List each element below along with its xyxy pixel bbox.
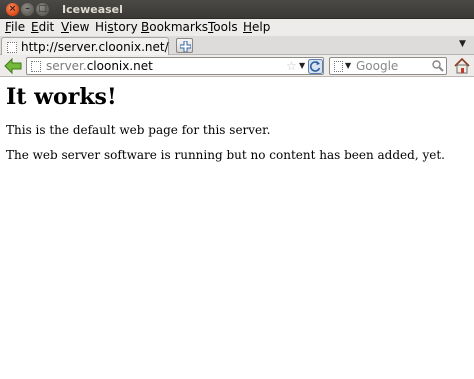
- maximize-window-icon[interactable]: □: [36, 3, 49, 16]
- menu-file[interactable]: File: [5, 20, 25, 35]
- search-bar[interactable]: ▼ Google: [329, 57, 447, 75]
- site-identity-icon[interactable]: [31, 61, 41, 72]
- menu-edit[interactable]: Edit: [31, 20, 54, 35]
- tab-active[interactable]: http://server.cloonix.net/: [1, 37, 169, 56]
- magnifier-icon[interactable]: [432, 60, 444, 72]
- menu-bookmarks[interactable]: Bookmarks: [141, 20, 208, 35]
- tab-strip: http://server.cloonix.net/ ▼: [0, 36, 474, 56]
- tab-list-dropdown-icon[interactable]: ▼: [459, 39, 466, 49]
- close-window-icon[interactable]: ×: [6, 3, 19, 16]
- url-input[interactable]: server.cloonix.net: [46, 59, 153, 73]
- home-icon[interactable]: [453, 57, 471, 75]
- tab-label: http://server.cloonix.net/: [21, 40, 169, 54]
- new-tab-button[interactable]: [176, 38, 193, 53]
- menu-view[interactable]: View: [61, 20, 89, 35]
- back-button[interactable]: [3, 57, 23, 75]
- bookmark-star-icon[interactable]: ☆: [286, 59, 297, 73]
- menu-bar: File Edit View History Bookmarks Tools H…: [0, 19, 474, 36]
- page-paragraph-default: This is the default web page for this se…: [6, 123, 271, 137]
- back-arrow-icon: [4, 57, 22, 75]
- history-dropdown-icon[interactable]: ▼: [299, 61, 305, 70]
- search-engine-dropdown-icon[interactable]: ▼: [345, 61, 351, 70]
- url-bar[interactable]: server.cloonix.net ☆ ▼: [26, 57, 324, 75]
- window-title: Iceweasel: [62, 3, 123, 16]
- menu-history[interactable]: History: [95, 20, 138, 35]
- reload-icon[interactable]: [308, 59, 323, 74]
- menu-tools[interactable]: Tools: [208, 20, 238, 35]
- search-engine-icon[interactable]: [334, 61, 343, 72]
- page-paragraph-status: The web server software is running but n…: [6, 148, 445, 162]
- page-content: It works! This is the default web page f…: [0, 78, 474, 379]
- navigation-toolbar: server.cloonix.net ☆ ▼ ▼ Google: [0, 55, 474, 77]
- page-favicon-icon: [7, 42, 17, 53]
- minimize-window-icon[interactable]: –: [21, 3, 34, 16]
- menu-help[interactable]: Help: [243, 20, 270, 35]
- plus-icon: [180, 41, 191, 52]
- window-titlebar: × – □ Iceweasel: [0, 0, 474, 19]
- search-input[interactable]: Google: [356, 59, 398, 73]
- page-heading: It works!: [6, 84, 117, 110]
